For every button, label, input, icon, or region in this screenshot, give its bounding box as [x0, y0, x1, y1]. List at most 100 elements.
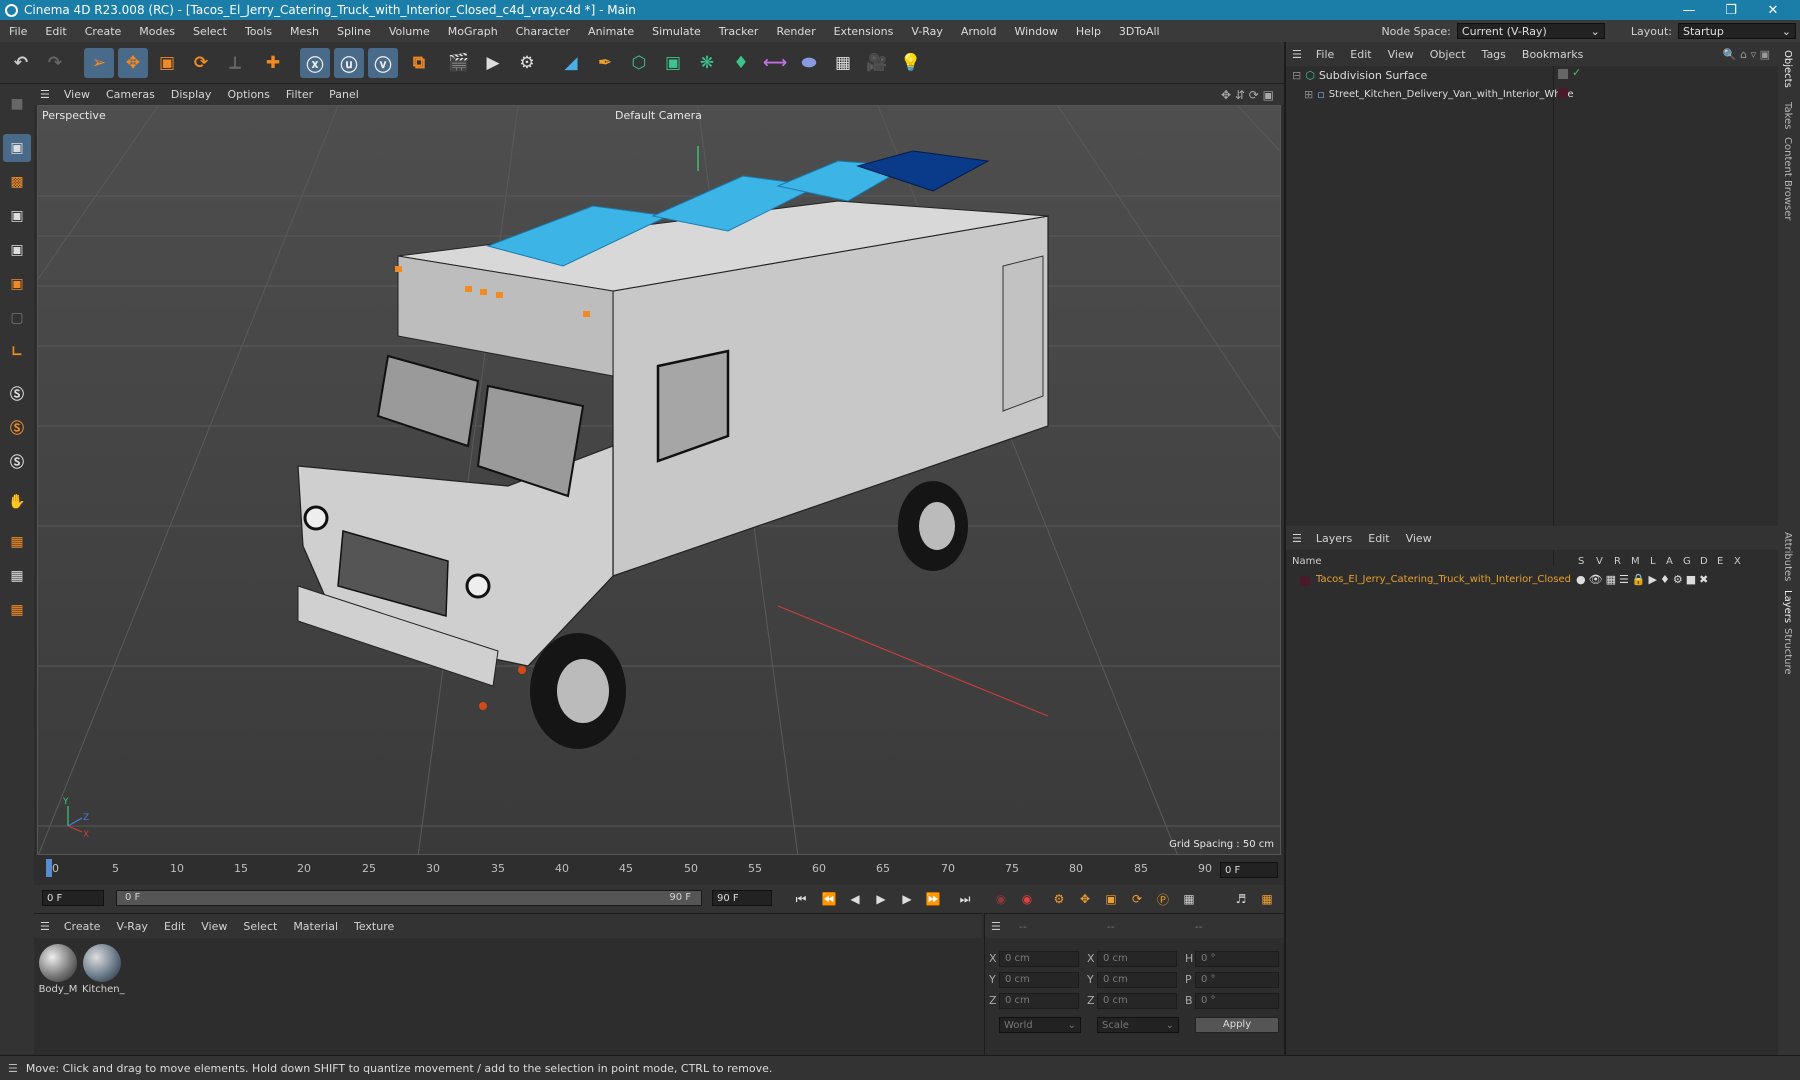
object-toolbar-icons[interactable]: 🔍 ⌂ ▿ ▣ — [1723, 48, 1778, 61]
hamburger-icon[interactable]: ☰ — [1286, 532, 1308, 545]
close-icon[interactable]: ✕ — [1752, 0, 1794, 20]
key-rotation-icon[interactable]: ⟳ — [1126, 889, 1148, 909]
field-icon[interactable]: ⬬ — [794, 48, 824, 78]
workplane-icon[interactable]: ▦ — [3, 528, 31, 556]
menu-animate[interactable]: Animate — [579, 25, 643, 38]
object-row[interactable]: ⊟ ⬡ Subdivision Surface — [1286, 66, 1553, 85]
size-y-input[interactable]: 0 cm — [1097, 972, 1177, 988]
dope-sheet-icon[interactable]: ▦ — [1256, 889, 1278, 909]
viewport-nav-icons[interactable]: ✥ ⇵ ⟳ ▣ — [1221, 88, 1274, 102]
polygon-mode-icon[interactable]: ▣ — [3, 270, 31, 298]
tab-structure[interactable]: Structure — [1782, 628, 1793, 675]
tab-content-browser[interactable]: Content Browser — [1782, 137, 1793, 220]
layout-dropdown[interactable]: Startup ⌄ — [1678, 23, 1796, 39]
size-x-input[interactable]: 0 cm — [1097, 951, 1177, 967]
hamburger-icon[interactable]: ☰ — [0, 1062, 26, 1075]
key-scale-icon[interactable]: ▣ — [1100, 889, 1122, 909]
checkmark-icon[interactable]: ✓ — [1572, 66, 1581, 79]
hamburger-icon[interactable]: ☰ — [34, 88, 56, 101]
layer-menu-layers[interactable]: Layers — [1308, 532, 1360, 545]
next-key-icon[interactable]: ⏩ — [922, 889, 944, 909]
rotate-tool-icon[interactable]: ⟳ — [186, 48, 216, 78]
play-icon[interactable]: ▶ — [870, 889, 892, 909]
model-mode-icon[interactable]: ▣ — [3, 134, 31, 162]
menu-spline[interactable]: Spline — [328, 25, 380, 38]
lock-workplane-icon[interactable]: ▦ — [3, 562, 31, 590]
axis-mode-icon[interactable]: ∟ — [3, 338, 31, 366]
camera-icon[interactable]: 🎥 — [862, 48, 892, 78]
menu-simulate[interactable]: Simulate — [643, 25, 710, 38]
auto-keying-icon[interactable]: ◉ — [1016, 889, 1038, 909]
previous-frame-icon[interactable]: ◀ — [844, 889, 866, 909]
menu-3dtoall[interactable]: 3DToAll — [1110, 25, 1169, 38]
cube-icon[interactable]: ◢ — [556, 48, 586, 78]
tab-layers[interactable]: Layers — [1782, 590, 1793, 623]
object-menu-tags[interactable]: Tags — [1474, 48, 1514, 61]
workplane-snap-icon[interactable]: Ⓢ — [3, 448, 31, 476]
move-tool-icon[interactable]: ✥ — [118, 48, 148, 78]
layer-color-swatch[interactable] — [1558, 88, 1568, 98]
key-parameter-icon[interactable]: Ⓟ — [1152, 889, 1174, 909]
object-menu-edit[interactable]: Edit — [1342, 48, 1379, 61]
rot-b-input[interactable]: 0 ° — [1195, 993, 1279, 1009]
material-menu-vray[interactable]: V-Ray — [108, 920, 156, 933]
previous-key-icon[interactable]: ⏪ — [818, 889, 840, 909]
tab-takes[interactable]: Takes — [1782, 102, 1793, 129]
cloner-icon[interactable]: ❋ — [692, 48, 722, 78]
viewport-menu-cameras[interactable]: Cameras — [98, 88, 163, 101]
tab-attributes[interactable]: Attributes — [1782, 532, 1793, 581]
timeline-window-icon[interactable]: ♬ — [1230, 889, 1252, 909]
end-frame-field[interactable]: 90 F — [712, 890, 772, 906]
extrude-generator-icon[interactable]: ▣ — [658, 48, 688, 78]
live-selection-icon[interactable]: ✚ — [258, 48, 288, 78]
apply-button[interactable]: Apply — [1195, 1017, 1279, 1033]
coordinate-system-icon[interactable]: ⧉ — [404, 48, 434, 78]
deformer-icon[interactable]: ⟷ — [760, 48, 790, 78]
render-settings-icon[interactable]: ⚙ — [512, 48, 542, 78]
record-keys-icon[interactable]: ◉ — [990, 889, 1012, 909]
material-menu-view[interactable]: View — [193, 920, 235, 933]
align-workplane-icon[interactable]: ▦ — [3, 596, 31, 624]
menu-edit[interactable]: Edit — [36, 25, 75, 38]
z-axis-icon[interactable]: ⓥ — [368, 48, 398, 78]
frame-range-slider[interactable]: 0 F 90 F — [116, 890, 702, 906]
render-picture-viewer-icon[interactable]: ▶ — [478, 48, 508, 78]
size-mode-dropdown[interactable]: Scale ⌄ — [1097, 1017, 1179, 1033]
menu-window[interactable]: Window — [1005, 25, 1066, 38]
menu-help[interactable]: Help — [1067, 25, 1110, 38]
scale-tool-icon[interactable]: ▣ — [152, 48, 182, 78]
edge-mode-icon[interactable]: ▣ — [3, 236, 31, 264]
perspective-viewport[interactable]: Y Z X Perspective Default Camera Grid Sp… — [37, 105, 1281, 855]
snap-settings-icon[interactable]: Ⓢ — [3, 414, 31, 442]
key-position-icon[interactable]: ✥ — [1074, 889, 1096, 909]
material-menu-texture[interactable]: Texture — [346, 920, 402, 933]
object-menu-bookmarks[interactable]: Bookmarks — [1514, 48, 1591, 61]
object-row[interactable]: ⊞ ▫ Street_Kitchen_Delivery_Van_with_Int… — [1286, 85, 1573, 104]
hamburger-icon[interactable]: ☰ — [34, 920, 56, 933]
material-swatch[interactable]: Body_M — [38, 944, 78, 995]
layer-menu-edit[interactable]: Edit — [1360, 532, 1397, 545]
menu-create[interactable]: Create — [76, 25, 131, 38]
viewport-menu-display[interactable]: Display — [163, 88, 220, 101]
select-tool-icon[interactable]: ➢ — [84, 48, 114, 78]
expand-icon[interactable]: ⊟ — [1292, 69, 1301, 82]
menu-render[interactable]: Render — [767, 25, 824, 38]
hamburger-icon[interactable]: ☰ — [985, 920, 1007, 933]
pos-y-input[interactable]: 0 cm — [999, 972, 1079, 988]
expand-icon[interactable]: ⊞ — [1304, 88, 1313, 101]
texture-mode-icon[interactable]: ▩ — [3, 168, 31, 196]
menu-vray[interactable]: V-Ray — [902, 25, 952, 38]
menu-arnold[interactable]: Arnold — [952, 25, 1006, 38]
size-z-input[interactable]: 0 cm — [1097, 993, 1177, 1009]
menu-tracker[interactable]: Tracker — [710, 25, 768, 38]
rot-p-input[interactable]: 0 ° — [1195, 972, 1279, 988]
menu-select[interactable]: Select — [184, 25, 236, 38]
viewport-menu-view[interactable]: View — [56, 88, 98, 101]
menu-mesh[interactable]: Mesh — [281, 25, 328, 38]
material-menu-select[interactable]: Select — [235, 920, 285, 933]
layer-color-swatch[interactable] — [1300, 576, 1310, 586]
mograph-icon[interactable]: ♦ — [726, 48, 756, 78]
material-menu-material[interactable]: Material — [285, 920, 346, 933]
keyframe-selection-icon[interactable]: ⚙ — [1048, 889, 1070, 909]
point-mode-icon[interactable]: ▣ — [3, 202, 31, 230]
